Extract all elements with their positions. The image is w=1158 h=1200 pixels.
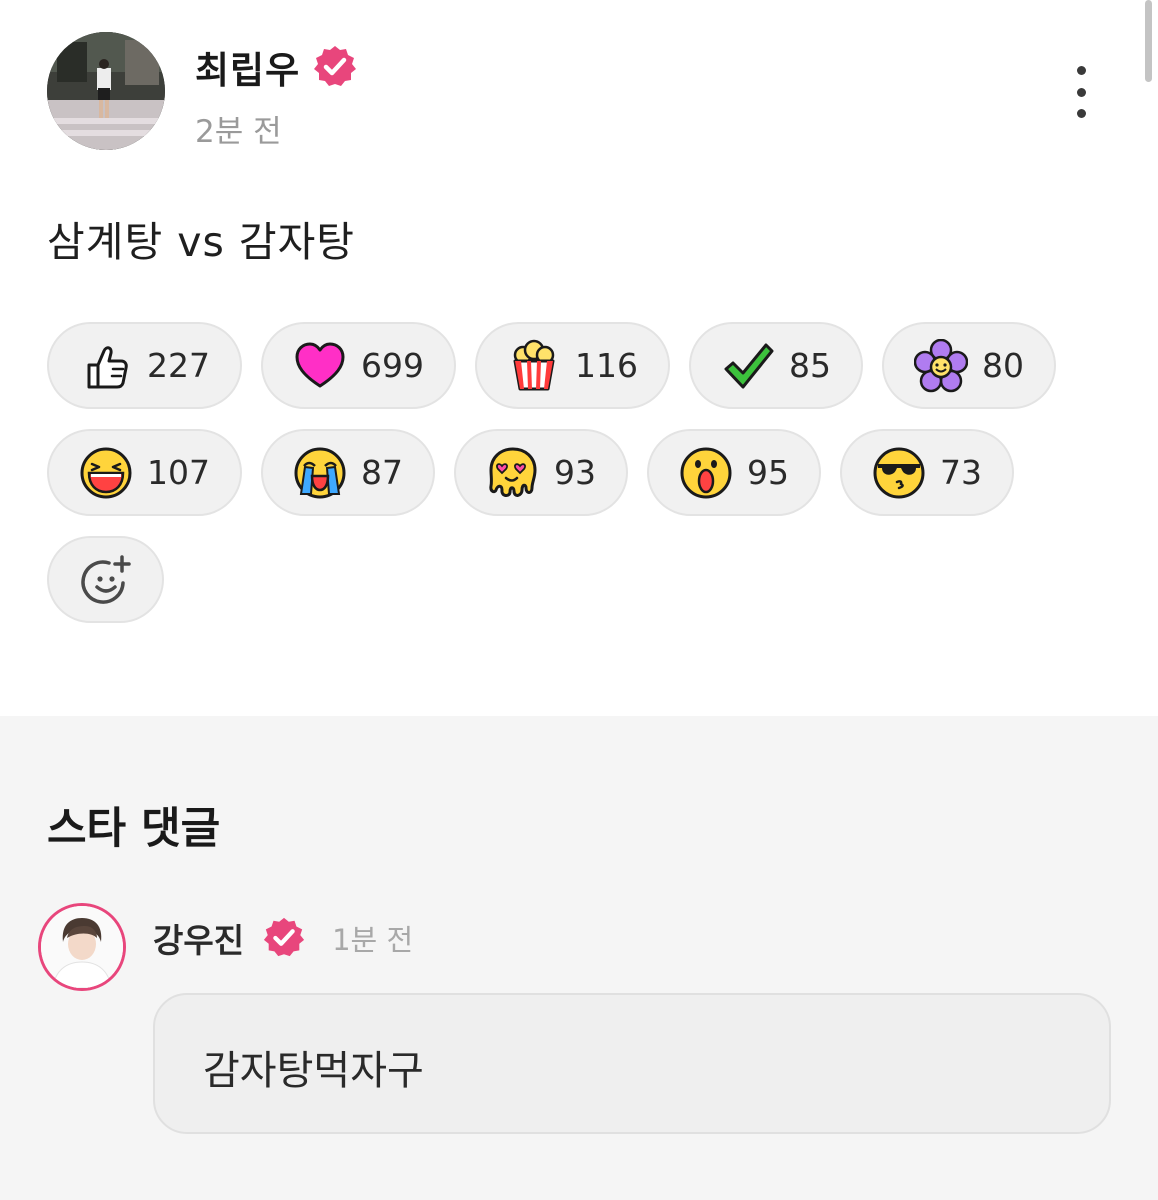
add-emoji-icon	[80, 554, 131, 604]
heart-icon	[295, 342, 345, 387]
comment-time: 1분 전	[332, 923, 414, 957]
comment-meta: 강우진 1분 전	[153, 914, 413, 962]
reaction-count: 95	[747, 453, 789, 492]
section-title: 스타 댓글	[47, 804, 221, 854]
checkmark-icon	[724, 343, 774, 388]
scrollbar[interactable]	[1145, 0, 1152, 82]
reaction-list: 227 699 116 85 80 107 87 93 95 73	[47, 322, 1107, 643]
reaction-count: 116	[575, 346, 638, 385]
post-header: 최립우 2분 전	[47, 32, 1111, 152]
melting-heart-eyes-icon	[489, 447, 537, 497]
more-options-button[interactable]	[1071, 66, 1091, 118]
reaction-chip-check[interactable]: 85	[689, 322, 863, 409]
reaction-count: 85	[789, 346, 831, 385]
reaction-chip-surprised[interactable]: 95	[647, 429, 821, 516]
post-time: 2분 전	[195, 114, 282, 150]
reaction-count: 227	[147, 346, 210, 385]
reaction-chip-melting[interactable]: 93	[454, 429, 628, 516]
reaction-count: 93	[554, 453, 596, 492]
reaction-count: 80	[982, 346, 1024, 385]
sunglasses-kiss-icon	[873, 447, 925, 498]
thumbs-up-icon	[87, 345, 128, 388]
crying-face-icon	[294, 447, 346, 498]
reaction-row: 107 87 93 95 73	[47, 429, 1107, 516]
reaction-row	[47, 536, 1107, 623]
reaction-count: 107	[147, 453, 210, 492]
add-reaction-button[interactable]	[47, 536, 164, 623]
author-name[interactable]: 최립우	[195, 40, 300, 94]
verified-badge-icon	[314, 46, 357, 86]
reaction-chip-thumbs-up[interactable]: 227	[47, 322, 242, 409]
reaction-chip-popcorn[interactable]: 116	[475, 322, 670, 409]
verified-badge-icon	[264, 917, 305, 957]
comment-bubble[interactable]: 감자탕먹자구	[153, 993, 1111, 1134]
author-row: 최립우	[195, 40, 358, 94]
reaction-count: 699	[361, 346, 424, 385]
reaction-chip-flower[interactable]: 80	[882, 322, 1056, 409]
reaction-count: 73	[940, 453, 982, 492]
reaction-row: 227 699 116 85 80	[47, 322, 1107, 409]
laughing-face-icon	[80, 447, 132, 498]
reaction-chip-crying[interactable]: 87	[261, 429, 435, 516]
comment-author-avatar[interactable]	[38, 903, 126, 991]
surprised-face-icon	[680, 447, 732, 498]
reaction-count: 87	[361, 453, 403, 492]
more-vertical-icon	[1076, 66, 1086, 75]
reaction-chip-laughing[interactable]: 107	[47, 429, 242, 516]
reaction-chip-heart[interactable]: 699	[261, 322, 456, 409]
popcorn-icon	[513, 339, 555, 390]
comment-author-name[interactable]: 강우진	[153, 914, 244, 962]
author-avatar[interactable]	[47, 32, 165, 150]
post-text: 삼계탕 vs 감자탕	[47, 218, 356, 266]
comment-text: 감자탕먹자구	[203, 1048, 424, 1094]
reaction-chip-cool[interactable]: 73	[840, 429, 1014, 516]
flower-icon	[914, 338, 968, 392]
star-comments-section: 스타 댓글 강우진 1분 전 감자탕먹자구	[0, 716, 1158, 1200]
